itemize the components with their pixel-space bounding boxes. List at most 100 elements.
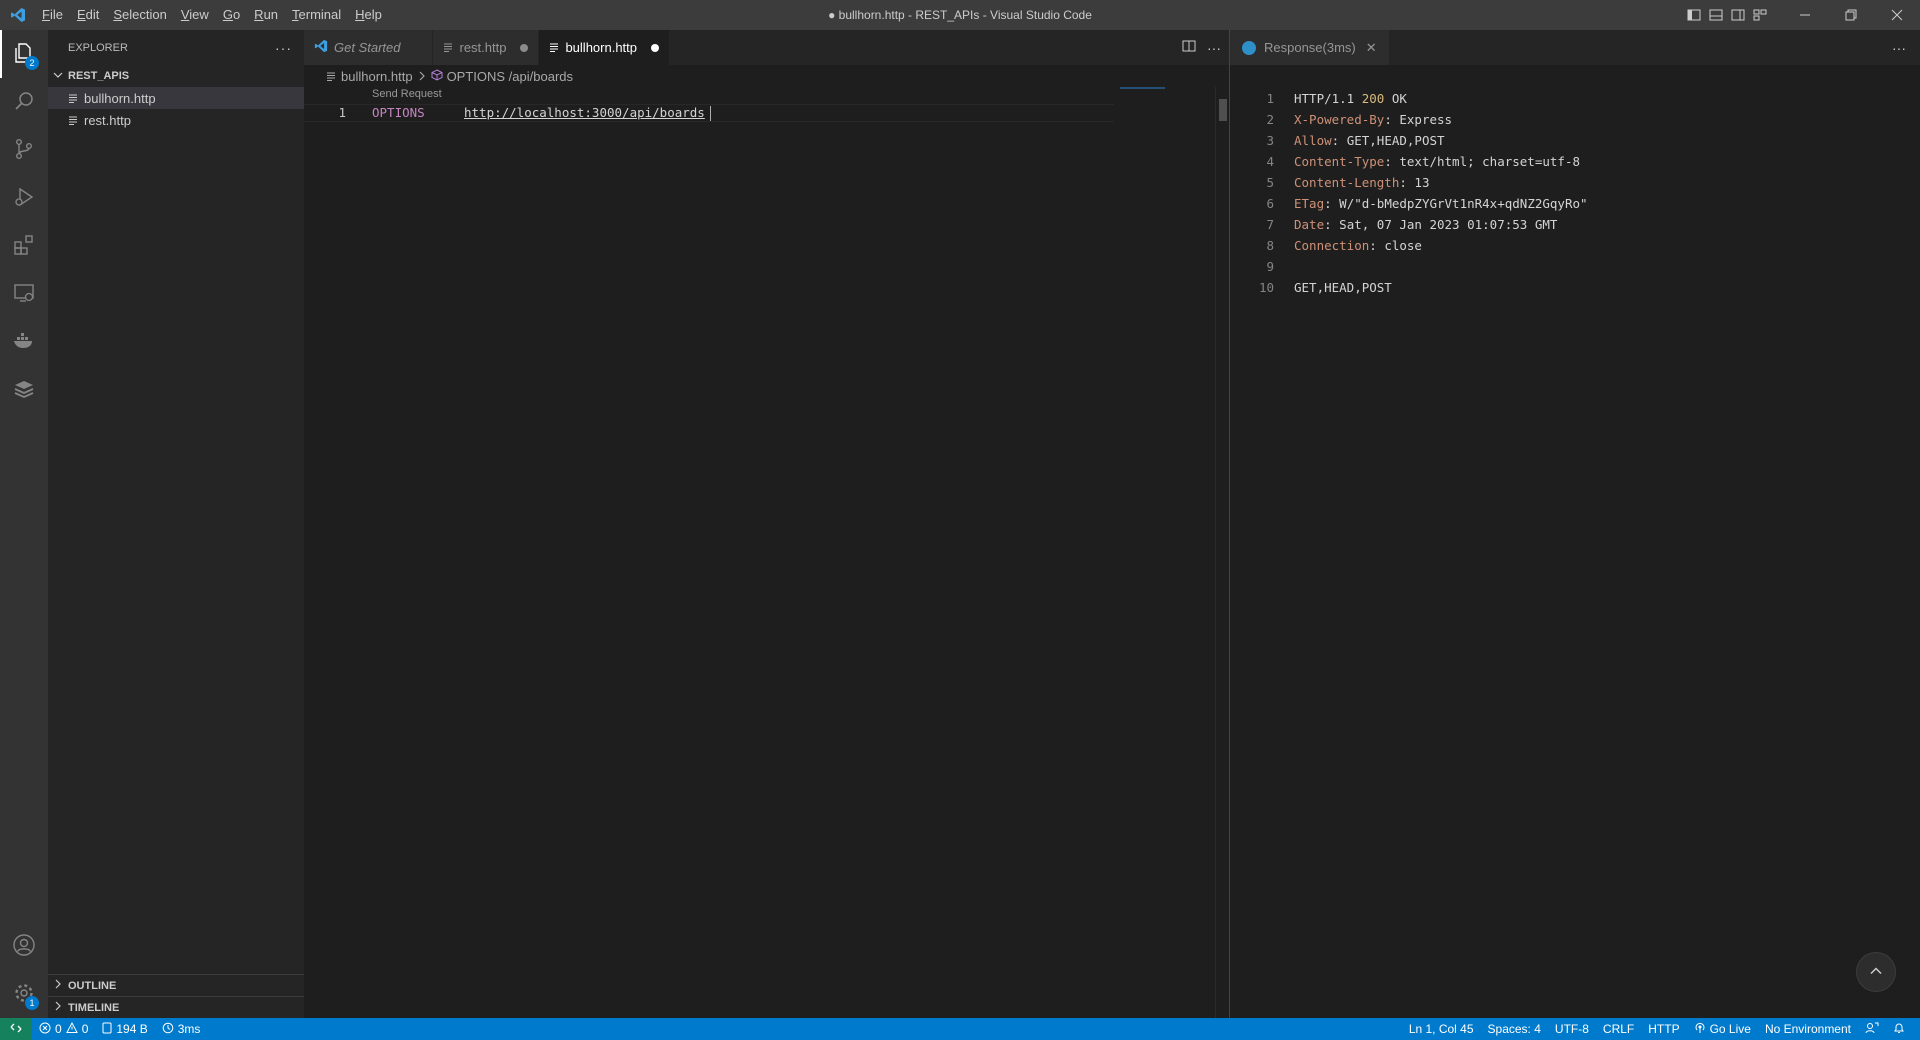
file-item-bullhorn[interactable]: bullhorn.http xyxy=(48,87,304,109)
scrollbar-thumb[interactable] xyxy=(1219,99,1227,121)
source-control-activity[interactable] xyxy=(0,126,48,174)
scroll-to-top-button[interactable] xyxy=(1856,952,1896,992)
menu-selection[interactable]: Selection xyxy=(106,0,173,30)
editor-scrollbar[interactable] xyxy=(1215,87,1229,1018)
menu-bar: File Edit Selection View Go Run Terminal… xyxy=(35,0,389,30)
go-live-button[interactable]: Go Live xyxy=(1687,1018,1758,1040)
tab-get-started[interactable]: Get Started xyxy=(304,30,434,65)
unsaved-dot-icon[interactable] xyxy=(520,43,529,52)
file-name: bullhorn.http xyxy=(84,90,156,106)
header-key: Content-Type xyxy=(1294,154,1385,169)
close-tab-icon[interactable]: ✕ xyxy=(1366,40,1377,56)
menu-go[interactable]: Go xyxy=(216,0,247,30)
header-key: Allow xyxy=(1294,133,1332,148)
response-time: 3ms xyxy=(177,1022,201,1036)
file-lines-icon xyxy=(443,40,453,55)
line-number: 9 xyxy=(1266,259,1274,274)
vscode-logo-icon xyxy=(0,0,35,30)
explorer-more-actions-button[interactable]: ··· xyxy=(275,40,292,56)
body-text: GET,HEAD,POST xyxy=(1294,280,1392,295)
run-debug-activity[interactable] xyxy=(0,174,48,222)
line-number: 6 xyxy=(1266,196,1274,211)
text-cursor xyxy=(710,106,711,121)
http-method: OPTIONS xyxy=(372,105,425,120)
request-url[interactable]: http://localhost:3000/api/boards xyxy=(464,105,705,121)
line-number: 10 xyxy=(1258,280,1274,295)
menu-file[interactable]: File xyxy=(35,0,70,30)
header-value: Sat, 07 Jan 2023 01:07:53 GMT xyxy=(1339,217,1558,232)
account-icon xyxy=(12,933,36,960)
toggle-secondary-sidebar-icon[interactable] xyxy=(1730,7,1746,23)
symbol-cube-icon xyxy=(431,68,443,84)
search-activity[interactable] xyxy=(0,78,48,126)
toggle-panel-icon[interactable] xyxy=(1708,7,1724,23)
notifications-button[interactable] xyxy=(1886,1018,1912,1040)
extensions-activity[interactable] xyxy=(0,222,48,270)
menu-run[interactable]: Run xyxy=(247,0,285,30)
minimize-button[interactable] xyxy=(1782,0,1828,30)
feedback-button[interactable] xyxy=(1858,1018,1886,1040)
tab-response[interactable]: Response(3ms) ✕ xyxy=(1230,30,1389,65)
header-value: GET,HEAD,POST xyxy=(1346,133,1445,148)
header-colon: : xyxy=(1369,238,1385,253)
environment-status[interactable]: No Environment xyxy=(1758,1018,1858,1040)
outline-label: OUTLINE xyxy=(68,979,117,992)
database-icon xyxy=(102,1022,112,1037)
eol-status[interactable]: CRLF xyxy=(1596,1018,1641,1040)
file-item-rest[interactable]: rest.http xyxy=(48,109,304,131)
menu-edit[interactable]: Edit xyxy=(70,0,106,30)
language-mode-status[interactable]: HTTP xyxy=(1641,1018,1686,1040)
tab-bullhorn-http[interactable]: bullhorn.http xyxy=(539,30,671,65)
run-debug-icon xyxy=(12,185,36,212)
more-actions-icon[interactable]: ··· xyxy=(1207,40,1221,56)
status-protocol: HTTP/1.1 xyxy=(1294,91,1362,106)
status-bar: 0 0 194 B 3ms Ln 1, Col 45 Spaces: 4 UTF… xyxy=(0,1018,1920,1040)
menu-terminal[interactable]: Terminal xyxy=(285,0,348,30)
file-name: rest.http xyxy=(84,112,131,128)
line-number: 1 xyxy=(1266,91,1274,106)
status-text: OK xyxy=(1384,91,1407,106)
explorer-activity[interactable]: 2 xyxy=(0,30,48,78)
more-actions-icon[interactable]: ··· xyxy=(1892,40,1906,56)
restore-button[interactable] xyxy=(1828,0,1874,30)
accounts-activity[interactable] xyxy=(0,922,48,970)
chevron-right-icon xyxy=(52,978,64,993)
manage-activity[interactable]: 1 xyxy=(0,970,48,1018)
response-line: 9 xyxy=(1230,256,1588,277)
indentation-status[interactable]: Spaces: 4 xyxy=(1481,1018,1548,1040)
go-live-label: Go Live xyxy=(1709,1022,1751,1036)
split-editor-icon[interactable] xyxy=(1181,38,1197,57)
settings-badge: 1 xyxy=(25,996,39,1010)
response-time-status[interactable]: 3ms xyxy=(155,1018,208,1040)
extensions-icon xyxy=(12,233,36,260)
breadcrumb-symbol[interactable]: OPTIONS /api/boards xyxy=(447,69,573,84)
unsaved-dot-icon[interactable] xyxy=(651,43,660,52)
warning-count: 0 xyxy=(81,1022,89,1036)
breadcrumb-file[interactable]: bullhorn.http xyxy=(341,69,413,84)
code-line[interactable]: 1 OPTIONS http://localhost:3000/api/boar… xyxy=(304,104,1114,122)
minimap-line xyxy=(1120,87,1165,89)
problems-status[interactable]: 0 0 xyxy=(32,1018,95,1040)
response-line: 7 Date: Sat, 07 Jan 2023 01:07:53 GMT xyxy=(1230,214,1588,235)
database-activity[interactable] xyxy=(0,366,48,414)
outline-section[interactable]: OUTLINE xyxy=(48,974,304,996)
layers-icon xyxy=(12,377,36,404)
customize-layout-icon[interactable] xyxy=(1752,7,1768,23)
header-value: 13 xyxy=(1414,175,1430,190)
close-window-button[interactable] xyxy=(1874,0,1920,30)
menu-view[interactable]: View xyxy=(174,0,216,30)
timeline-section[interactable]: TIMELINE xyxy=(48,996,304,1018)
breadcrumb: bullhorn.http OPTIONS /api/boards xyxy=(304,65,1229,87)
remote-explorer-activity[interactable] xyxy=(0,270,48,318)
docker-activity[interactable] xyxy=(0,318,48,366)
response-size: 194 B xyxy=(116,1022,148,1036)
response-size-status[interactable]: 194 B xyxy=(95,1018,154,1040)
tab-rest-http[interactable]: rest.http xyxy=(433,30,540,65)
menu-help[interactable]: Help xyxy=(348,0,389,30)
encoding-status[interactable]: UTF-8 xyxy=(1548,1018,1596,1040)
remote-indicator[interactable] xyxy=(0,1018,32,1040)
folder-rest-apis[interactable]: REST_APIS xyxy=(48,65,304,87)
cursor-position-status[interactable]: Ln 1, Col 45 xyxy=(1402,1018,1481,1040)
toggle-primary-sidebar-icon[interactable] xyxy=(1686,7,1702,23)
send-request-link[interactable]: Send Request xyxy=(372,88,442,100)
